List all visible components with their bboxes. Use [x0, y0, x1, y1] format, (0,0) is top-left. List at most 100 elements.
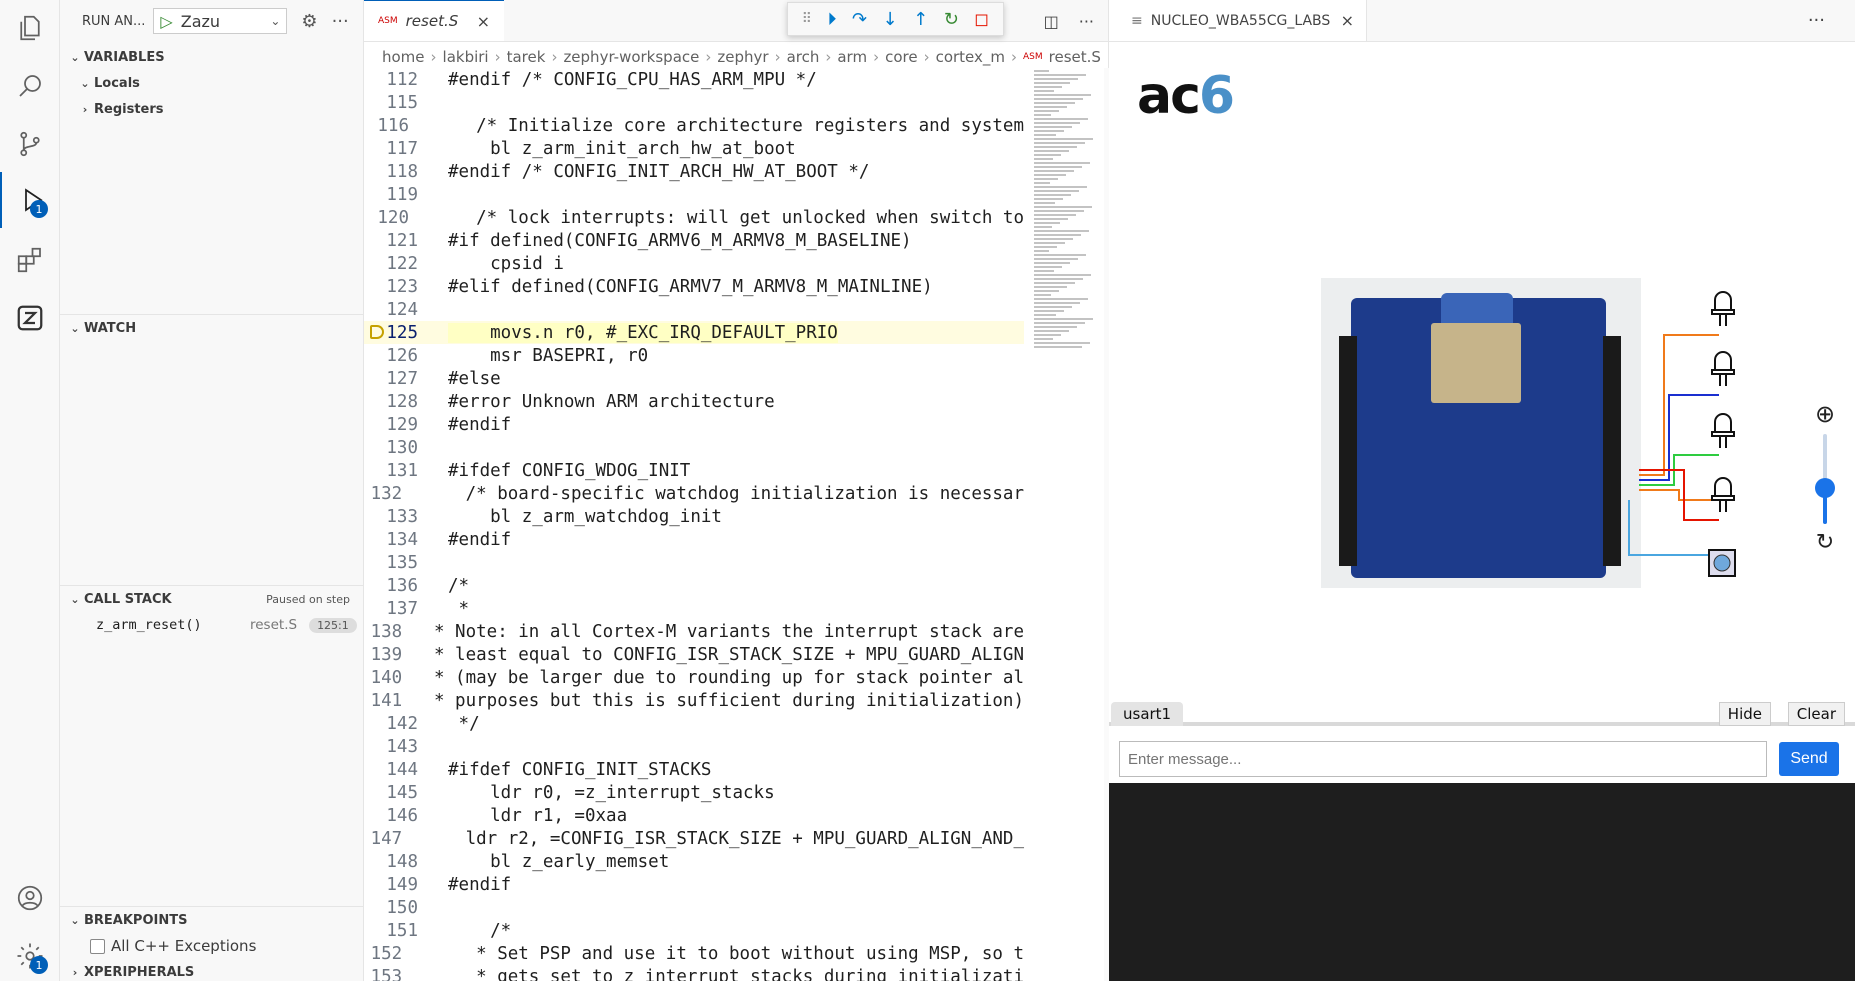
code-line[interactable]: 148 bl z_early_memset: [364, 850, 1024, 873]
tree-item-locals[interactable]: ⌄ Locals: [60, 70, 363, 96]
line-number[interactable]: 152: [364, 944, 403, 964]
gear-icon[interactable]: ⚙: [301, 11, 317, 32]
step-over-icon[interactable]: ↷: [852, 9, 867, 30]
line-number[interactable]: 142: [364, 714, 418, 734]
code-line[interactable]: 142 */: [364, 712, 1024, 735]
source-control-icon[interactable]: [0, 116, 60, 172]
step-out-icon[interactable]: ↑: [913, 9, 928, 30]
code-line[interactable]: 119: [364, 183, 1024, 206]
breadcrumb-item[interactable]: tarek: [507, 48, 546, 66]
search-icon[interactable]: [0, 58, 60, 114]
minimap[interactable]: [1034, 68, 1094, 428]
line-number[interactable]: 153: [364, 967, 403, 981]
code-line[interactable]: 112 #endif /* CONFIG_CPU_HAS_ARM_MPU */: [364, 68, 1024, 91]
code-line[interactable]: 129 #endif: [364, 413, 1024, 436]
line-number[interactable]: 140: [364, 668, 403, 688]
breadcrumb-item[interactable]: lakbiri: [443, 48, 489, 66]
line-number[interactable]: 144: [364, 760, 418, 780]
line-number[interactable]: 137: [364, 599, 418, 619]
led-3[interactable]: [1709, 412, 1737, 452]
line-number[interactable]: 129: [364, 415, 418, 435]
launch-config-select[interactable]: ▷ Zazu ⌄: [153, 8, 288, 34]
code-editor[interactable]: 112 #endif /* CONFIG_CPU_HAS_ARM_MPU */11…: [364, 68, 1024, 981]
close-icon[interactable]: ×: [477, 12, 490, 31]
zephyr-icon[interactable]: [0, 290, 60, 346]
stop-icon[interactable]: ◻: [974, 9, 989, 30]
code-line[interactable]: 151 /*: [364, 919, 1024, 942]
line-number[interactable]: 148: [364, 852, 418, 872]
code-line[interactable]: 132 /* board-specific watchdog initializ…: [364, 482, 1024, 505]
line-number[interactable]: 124: [364, 300, 418, 320]
line-number[interactable]: 118: [364, 162, 418, 182]
terminal-output[interactable]: [1109, 783, 1855, 981]
code-line[interactable]: 117 bl z_arm_init_arch_hw_at_boot: [364, 137, 1024, 160]
breakpoint-checkbox[interactable]: [90, 938, 105, 954]
zoom-slider[interactable]: [1815, 434, 1835, 524]
split-editor-icon[interactable]: ◫: [1044, 12, 1059, 31]
breadcrumb-file[interactable]: reset.S: [1049, 48, 1101, 66]
breadcrumb-item[interactable]: arm: [837, 48, 867, 66]
code-line[interactable]: 121 #if defined(CONFIG_ARMV6_M_ARMV8_M_BA…: [364, 229, 1024, 252]
line-number[interactable]: 122: [364, 254, 418, 274]
watch-header[interactable]: ⌄ WATCH: [60, 315, 364, 341]
line-number[interactable]: 145: [364, 783, 418, 803]
line-number[interactable]: 131: [364, 461, 418, 481]
code-line[interactable]: 153 * gets set to z_interrupt_stacks dur…: [364, 965, 1024, 981]
more-icon[interactable]: ···: [1079, 12, 1094, 31]
breadcrumb-item[interactable]: zephyr: [717, 48, 768, 66]
reset-zoom-icon[interactable]: ↻: [1816, 530, 1834, 555]
code-line[interactable]: 149 #endif: [364, 873, 1024, 896]
push-button[interactable]: [1707, 548, 1737, 578]
code-line[interactable]: 124: [364, 298, 1024, 321]
callstack-header[interactable]: ⌄ CALL STACK Paused on step: [60, 586, 364, 612]
line-number[interactable]: 119: [364, 185, 418, 205]
line-number[interactable]: 132: [364, 484, 403, 504]
code-line[interactable]: 123 #elif defined(CONFIG_ARMV7_M_ARMV8_M_…: [364, 275, 1024, 298]
run-debug-icon[interactable]: 1: [0, 172, 60, 228]
code-line[interactable]: 140 * (may be larger due to rounding up …: [364, 666, 1024, 689]
start-debug-icon[interactable]: ▷: [160, 12, 172, 31]
breadcrumb-item[interactable]: arch: [787, 48, 820, 66]
code-line[interactable]: 150: [364, 896, 1024, 919]
breakpoints-header[interactable]: ⌄ BREAKPOINTS: [60, 907, 364, 933]
line-number[interactable]: 136: [364, 576, 418, 596]
restart-icon[interactable]: ↻: [944, 9, 959, 30]
drag-handle-icon[interactable]: ⠿: [802, 11, 812, 27]
led-1[interactable]: [1709, 290, 1737, 330]
line-number[interactable]: 120: [364, 208, 409, 228]
breadcrumb-item[interactable]: cortex_m: [936, 48, 1005, 66]
code-line[interactable]: 145 ldr r0, =z_interrupt_stacks: [364, 781, 1024, 804]
line-number[interactable]: 121: [364, 231, 418, 251]
line-number[interactable]: 134: [364, 530, 418, 550]
code-line[interactable]: 143: [364, 735, 1024, 758]
line-number[interactable]: 138: [364, 622, 403, 642]
send-button[interactable]: Send: [1779, 742, 1839, 776]
line-number[interactable]: 133: [364, 507, 418, 527]
zoom-in-icon[interactable]: ⊕: [1815, 400, 1835, 428]
line-number[interactable]: 143: [364, 737, 418, 757]
code-line[interactable]: 115: [364, 91, 1024, 114]
line-number[interactable]: 117: [364, 139, 418, 159]
message-input[interactable]: [1119, 741, 1767, 777]
breadcrumb-item[interactable]: zephyr-workspace: [563, 48, 699, 66]
code-line[interactable]: 134 #endif: [364, 528, 1024, 551]
line-number[interactable]: 112: [364, 70, 418, 90]
code-line[interactable]: 118 #endif /* CONFIG_INIT_ARCH_HW_AT_BOOT…: [364, 160, 1024, 183]
variables-section[interactable]: ⌄ VARIABLES: [60, 44, 363, 70]
code-line[interactable]: 139 * least equal to CONFIG_ISR_STACK_SI…: [364, 643, 1024, 666]
line-number[interactable]: 128: [364, 392, 418, 412]
tab-usart1[interactable]: usart1: [1111, 702, 1184, 726]
line-number[interactable]: 116: [364, 116, 409, 136]
code-line[interactable]: 133 bl z_arm_watchdog_init: [364, 505, 1024, 528]
step-into-icon[interactable]: ↓: [883, 9, 898, 30]
code-line[interactable]: 127 #else: [364, 367, 1024, 390]
code-line[interactable]: 136 /*: [364, 574, 1024, 597]
line-number[interactable]: 149: [364, 875, 418, 895]
clear-button[interactable]: Clear: [1787, 702, 1845, 726]
manage-gear-icon[interactable]: 1: [0, 928, 60, 981]
code-line[interactable]: 122 cpsid i: [364, 252, 1024, 275]
code-line[interactable]: 144 #ifdef CONFIG_INIT_STACKS: [364, 758, 1024, 781]
code-line[interactable]: 116 /* Initialize core architecture regi…: [364, 114, 1024, 137]
code-line[interactable]: 137 *: [364, 597, 1024, 620]
line-number[interactable]: 126: [364, 346, 418, 366]
